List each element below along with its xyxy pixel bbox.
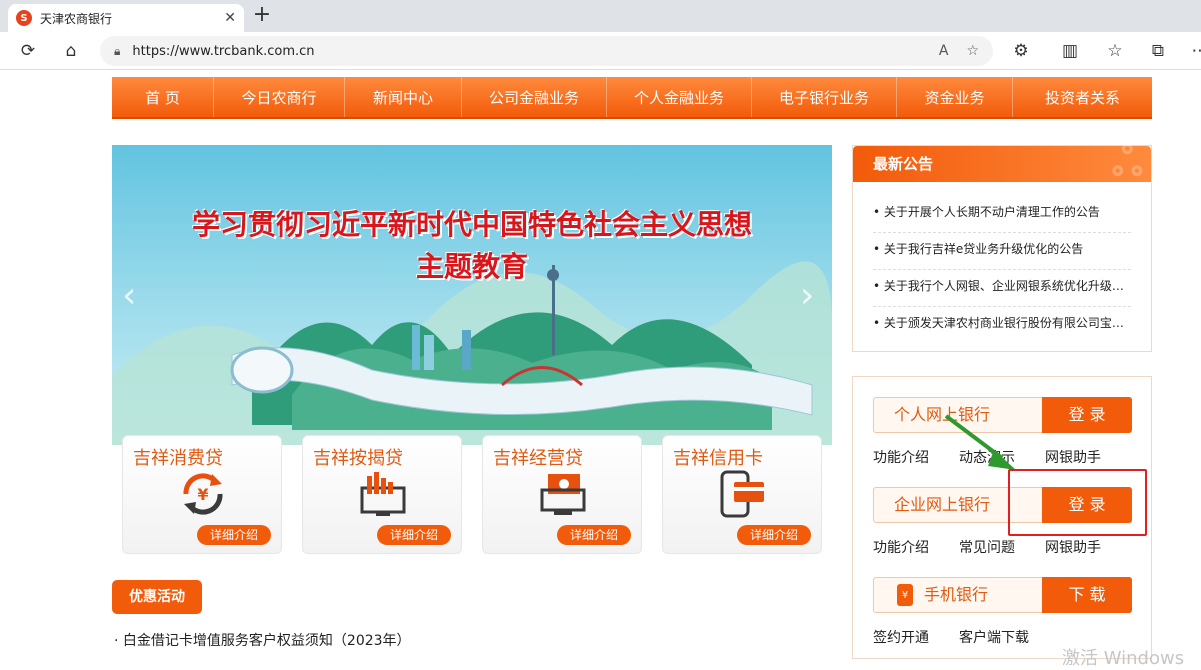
notice-item-text[interactable]: 关于我行个人网银、企业网银系统优化升级… [884,279,1124,293]
mobile-bank-row: 手机银行 ¥ 下 载 [873,577,1132,613]
collections-icon[interactable]: ⧉ [1146,39,1170,63]
nav-home[interactable]: 首 页 [112,77,214,117]
extensions-icon[interactable]: ⚙ [1009,39,1033,63]
reload-icon[interactable]: ⟳ [16,39,40,63]
product-detail-button[interactable]: 详细介绍 [737,525,811,545]
read-aloud-icon[interactable]: A [939,43,949,59]
personal-helper-link[interactable]: 网银助手 [1045,447,1131,467]
browser-tab[interactable]: S 天津农商银行 ✕ [8,4,244,32]
nav-today[interactable]: 今日农商行 [214,77,345,117]
more-icon[interactable]: ⋯ [1188,39,1201,63]
mobile-phone-icon: ¥ [897,584,913,606]
corporate-helper-link[interactable]: 网银助手 [1045,537,1131,557]
phone-card-icon [720,470,764,518]
svg-text:¥: ¥ [902,590,908,601]
corporate-links: 功能介绍 常见问题 网银助手 [873,537,1143,557]
product-card-credit-card[interactable]: 吉祥信用卡 详细介绍 [662,435,822,554]
lock-icon[interactable]: 🔒︎ [114,44,120,59]
browser-toolbar: ⟳ ⌂ 🔒︎ https://www.trcbank.com.cn A ☆ ⚙ … [0,32,1201,70]
banner-prev-icon[interactable]: ‹ [122,275,136,316]
building-monitor-icon [360,472,406,516]
notice-item-text[interactable]: 关于开展个人长期不动户清理工作的公告 [884,205,1100,219]
annotation-highlight-box [1008,469,1147,536]
product-name: 吉祥消费贷 [133,448,223,469]
cash-register-icon [540,474,586,515]
corporate-faq-link[interactable]: 常见问题 [959,537,1045,557]
nav-personal[interactable]: 个人金融业务 [607,77,752,117]
corporate-ebank-label: 企业网上银行 [894,495,991,514]
notice-item[interactable]: • 关于颁发天津农村商业银行股份有限公司宝… [873,307,1131,344]
home-icon[interactable]: ⌂ [59,39,83,63]
notice-item-text[interactable]: 关于颁发天津农村商业银行股份有限公司宝… [884,316,1124,330]
bank-logo-icon: S [16,10,32,26]
product-detail-button[interactable]: 详细介绍 [377,525,451,545]
product-detail-button[interactable]: 详细介绍 [557,525,631,545]
product-card-business-loan[interactable]: 吉祥经营贷 详细介绍 [482,435,642,554]
hero-banner[interactable]: 学习贯彻习近平新时代中国特色社会主义思想 主题教育 ‹ › [112,145,832,445]
split-screen-icon[interactable]: ▥ [1058,39,1082,63]
notice-item[interactable]: • 关于开展个人长期不动户清理工作的公告 [873,196,1131,233]
close-tab-icon[interactable]: ✕ [224,10,236,26]
corporate-feature-link[interactable]: 功能介绍 [873,537,959,557]
svg-text:¥: ¥ [197,485,208,504]
product-name: 吉祥经营贷 [493,448,583,469]
browser-tab-bar: S 天津农商银行 ✕ + [0,0,1201,32]
notice-title: 最新公告 [873,155,934,173]
mobile-signup-link[interactable]: 签约开通 [873,627,959,647]
nav-investor[interactable]: 投资者关系 [1013,77,1152,117]
address-bar[interactable]: 🔒︎ https://www.trcbank.com.cn A ☆ [100,36,993,66]
mobile-download-button[interactable]: 下 载 [1042,577,1132,613]
favorite-icon[interactable]: ☆ [966,43,979,59]
notice-panel: 最新公告 ஃ • 关于开展个人长期不动户清理工作的公告 • 关于我行吉祥e贷业务… [852,139,1152,352]
mobile-download-link[interactable]: 客户端下载 [959,627,1045,647]
promo-list-item[interactable]: · 白金借记卡增值服务客户权益须知（2023年） [114,630,411,650]
tab-title: 天津农商银行 [40,11,113,26]
product-name: 吉祥按揭贷 [313,448,403,469]
nav-ebank[interactable]: 电子银行业务 [752,77,897,117]
banner-next-icon[interactable]: › [800,275,814,316]
notice-item[interactable]: • 关于我行吉祥e贷业务升级优化的公告 [873,233,1131,270]
mobile-bank-label: 手机银行 [924,585,989,604]
personal-login-button[interactable]: 登 录 [1042,397,1132,433]
product-detail-button[interactable]: 详细介绍 [197,525,271,545]
main-nav: 首 页 今日农商行 新闻中心 公司金融业务 个人金融业务 电子银行业务 资金业务… [112,77,1152,119]
notice-list: • 关于开展个人长期不动户清理工作的公告 • 关于我行吉祥e贷业务升级优化的公告… [853,182,1151,344]
promo-item-text[interactable]: 白金借记卡增值服务客户权益须知（2023年） [123,633,411,649]
address-url[interactable]: https://www.trcbank.com.cn [132,44,920,59]
favorites-icon[interactable]: ☆ [1103,39,1127,63]
product-name: 吉祥信用卡 [673,448,763,469]
promo-tag[interactable]: 优惠活动 [112,580,202,614]
nav-treasury[interactable]: 资金业务 [897,77,1013,117]
windows-activation-watermark: 激活 Windows [1062,648,1185,669]
notice-item[interactable]: • 关于我行个人网银、企业网银系统优化升级… [873,270,1131,307]
new-tab-icon[interactable]: + [250,4,274,28]
nav-news[interactable]: 新闻中心 [345,77,462,117]
notice-header: 最新公告 ஃ [853,139,1151,185]
product-card-mortgage-loan[interactable]: 吉祥按揭贷 详细介绍 [302,435,462,554]
banner-title-line1: 学习贯彻习近平新时代中国特色社会主义思想 [191,208,752,241]
bank-logo-icon: ஃ [1111,139,1143,185]
banner-illustration [112,261,832,445]
banner-title-line2: 主题教育 [415,250,528,283]
nav-corporate[interactable]: 公司金融业务 [462,77,607,117]
product-card-consumer-loan[interactable]: 吉祥消费贷 ¥ 详细介绍 [122,435,282,554]
notice-item-text[interactable]: 关于我行吉祥e贷业务升级优化的公告 [884,242,1083,256]
yen-cycle-icon: ¥ [183,473,223,515]
